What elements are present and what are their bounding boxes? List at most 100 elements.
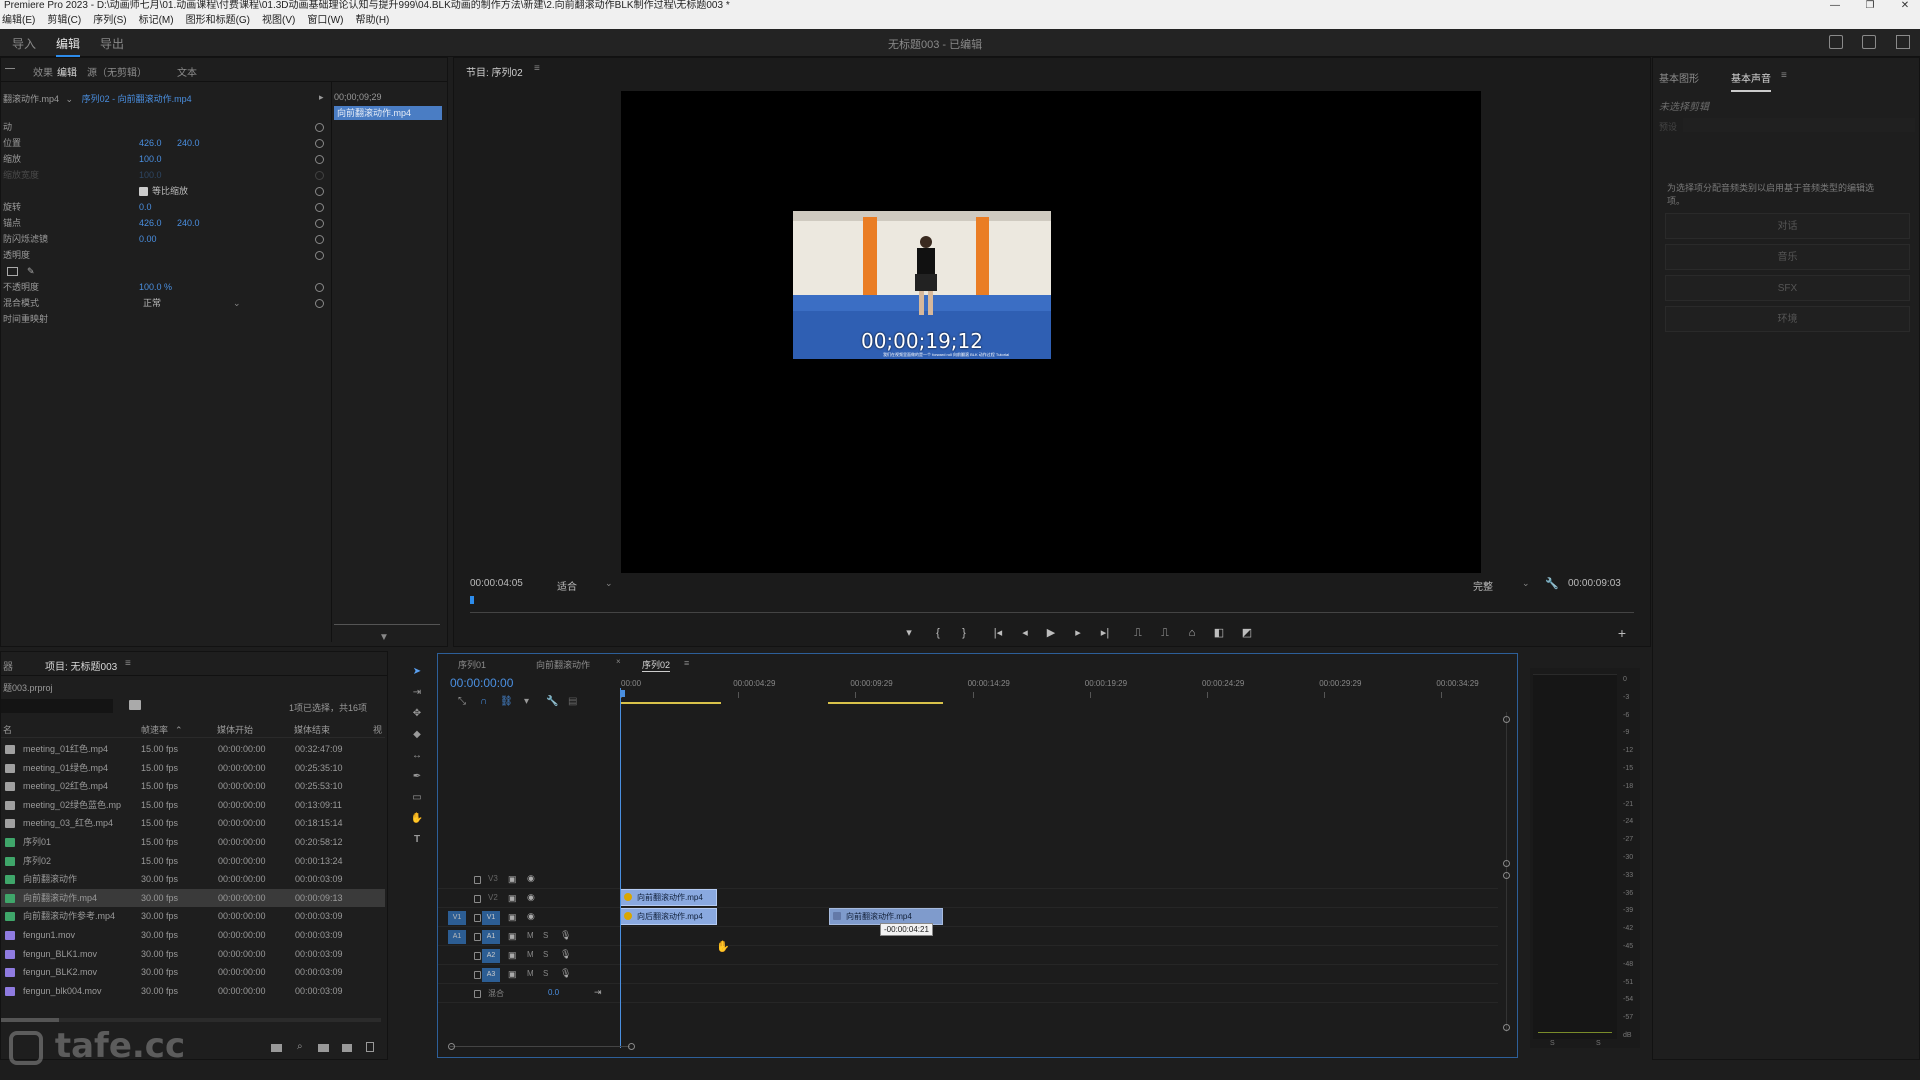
project-item[interactable]: meeting_01绿色.mp4 15.00 fps 00:00:00:00 00:2… xyxy=(1,759,385,777)
clip-selector[interactable]: 翻滚动作.mp4 ⌄ 序列02 - 向前翻滚动作.mp4 xyxy=(3,92,192,105)
ripple-edit-tool-icon[interactable]: ✥ xyxy=(410,707,424,721)
add-marker-icon[interactable]: ▾ xyxy=(524,696,529,707)
dialogue-button[interactable]: 对话 xyxy=(1665,213,1910,239)
close-button[interactable]: ✕ xyxy=(1890,0,1920,12)
program-zoom-bar[interactable] xyxy=(470,612,1634,613)
project-item[interactable]: meeting_01红色.mp4 15.00 fps 00:00:00:00 00:3… xyxy=(1,740,385,758)
mic-icon[interactable]: 🎙 xyxy=(560,968,571,979)
linked-selection-icon[interactable]: ⛓ xyxy=(500,696,513,707)
solo-button[interactable]: S xyxy=(543,969,548,978)
menu-sequence[interactable]: 序列(S) xyxy=(93,12,126,29)
mark-out-icon[interactable]: } xyxy=(957,626,971,640)
reset-icon[interactable] xyxy=(315,203,324,212)
col-media-end[interactable]: 媒体结束 xyxy=(294,722,330,738)
mix-volume[interactable]: 0.0 xyxy=(548,988,559,997)
play-icon[interactable]: ▶ xyxy=(1044,626,1058,640)
menu-graphics[interactable]: 图形和标题(G) xyxy=(186,12,250,29)
new-item-icon[interactable] xyxy=(318,1044,329,1052)
mic-icon[interactable]: 🎙 xyxy=(560,930,571,941)
tab-text[interactable]: 文本 xyxy=(177,64,197,79)
mute-button[interactable]: M xyxy=(527,969,534,978)
go-to-out-icon[interactable]: ▸| xyxy=(1098,626,1112,640)
track-target-a1[interactable]: A1 xyxy=(482,930,500,944)
track-select-tool-icon[interactable]: ⇥ xyxy=(410,686,424,700)
col-fps[interactable]: 帧速率 xyxy=(141,722,168,738)
maximize-button[interactable]: ❐ xyxy=(1855,0,1885,12)
mix-end-icon[interactable]: ⇥ xyxy=(594,987,602,998)
reset-icon[interactable] xyxy=(315,283,324,292)
project-item[interactable]: meeting_03_红色.mp4 15.00 fps 00:00:00:00 00:… xyxy=(1,814,385,832)
solo-button[interactable]: S xyxy=(543,931,548,940)
eye-icon[interactable]: ◉ xyxy=(527,873,535,884)
sync-lock-icon[interactable]: ▣ xyxy=(508,912,517,923)
project-item[interactable]: 向前翻滚动作 30.00 fps 00:00:00:00 00:00:03:09 xyxy=(1,870,385,888)
expand-arrow-icon[interactable]: ▸ xyxy=(319,92,324,103)
extract-icon[interactable]: ⎍ xyxy=(1158,626,1172,640)
selection-tool-icon[interactable]: ➤ xyxy=(410,665,424,679)
source-patch-a1[interactable]: A1 xyxy=(448,930,466,944)
zoom-scrollbar[interactable] xyxy=(334,624,440,625)
tab-essential-sound[interactable]: 基本声音 xyxy=(1731,70,1771,92)
menu-edit[interactable]: 编辑(E) xyxy=(2,12,35,29)
tab-edit[interactable]: 编辑 xyxy=(56,35,81,57)
proxy-toggle-icon[interactable]: ◩ xyxy=(1240,626,1254,640)
tab-source[interactable]: 源（无剪辑） xyxy=(87,64,147,79)
step-back-icon[interactable]: ◂ xyxy=(1018,626,1032,640)
project-item[interactable]: 向前翻滚动作参考.mp4 30.00 fps 00:00:00:00 00:00:03… xyxy=(1,907,385,925)
project-item[interactable]: fengun_BLK2.mov 30.00 fps 00:00:00:00 00:00… xyxy=(1,963,385,981)
button-editor-icon[interactable]: + xyxy=(1615,626,1629,640)
project-search-input[interactable] xyxy=(1,699,113,713)
project-item[interactable]: fengun_BLK1.mov 30.00 fps 00:00:00:00 00:00… xyxy=(1,945,385,963)
mute-button[interactable]: M xyxy=(527,950,534,959)
tab-import[interactable]: 导入 xyxy=(12,35,36,52)
snap-icon[interactable]: ∩ xyxy=(480,696,487,707)
tab-sequence-02[interactable]: 序列02 xyxy=(642,658,671,672)
reset-icon[interactable] xyxy=(315,251,324,260)
track-target-a2[interactable]: A2 xyxy=(482,949,500,963)
eye-icon[interactable]: ◉ xyxy=(527,892,535,903)
export-frame-icon[interactable]: ⌂ xyxy=(1185,626,1199,640)
tab-essential-graphics[interactable]: 基本图形 xyxy=(1659,70,1699,85)
tab-forward-roll[interactable]: 向前翻滚动作 xyxy=(536,658,590,671)
lift-icon[interactable]: ⎍ xyxy=(1131,626,1145,640)
fit-select[interactable]: 适合 xyxy=(557,578,577,593)
mic-icon[interactable]: 🎙 xyxy=(560,949,571,960)
captions-icon[interactable]: ▤ xyxy=(568,696,577,707)
source-patch-v1[interactable]: V1 xyxy=(448,911,466,925)
menu-window[interactable]: 窗口(W) xyxy=(307,12,343,29)
work-area-bar[interactable] xyxy=(621,702,721,704)
music-button[interactable]: 音乐 xyxy=(1665,244,1910,270)
horizontal-zoom-bar[interactable] xyxy=(448,1043,635,1050)
timeline-timecode[interactable]: 00:00:00:00 xyxy=(450,676,513,690)
menu-help[interactable]: 帮助(H) xyxy=(355,12,389,29)
menu-markers[interactable]: 标记(M) xyxy=(139,12,174,29)
type-tool-icon[interactable]: T xyxy=(410,833,424,847)
add-marker-icon[interactable]: ▾ xyxy=(902,626,916,640)
tab-project[interactable]: 项目: 无标题003 xyxy=(45,658,117,673)
work-area-bar[interactable] xyxy=(828,702,943,704)
menu-view[interactable]: 视图(V) xyxy=(262,12,295,29)
sync-lock-icon[interactable]: ▣ xyxy=(508,950,517,961)
program-playhead[interactable] xyxy=(470,596,474,604)
minimize-button[interactable]: — xyxy=(1820,0,1850,12)
hand-tool-icon[interactable]: ✋ xyxy=(410,812,424,826)
sync-lock-icon[interactable]: ▣ xyxy=(508,893,517,904)
tab-sequence-01[interactable]: 序列01 xyxy=(458,658,486,671)
tab-export[interactable]: 导出 xyxy=(100,35,124,52)
new-bin-icon[interactable] xyxy=(129,700,141,710)
menu-clip[interactable]: 剪辑(C) xyxy=(47,12,81,29)
step-forward-icon[interactable]: ▸ xyxy=(1071,626,1085,640)
project-item[interactable]: 序列01 15.00 fps 00:00:00:00 00:20:58:12 xyxy=(1,833,385,851)
panel-menu-icon[interactable] xyxy=(5,68,15,69)
program-current-timecode[interactable]: 00:00:04:05 xyxy=(470,578,523,589)
pen-tool-icon[interactable]: ✒ xyxy=(410,770,424,784)
mini-clip[interactable]: 向前翻滚动作.mp4 xyxy=(334,106,442,120)
timeline-playhead[interactable] xyxy=(620,688,621,1048)
clip-v1[interactable]: 向后翻滚动作.mp4 xyxy=(620,908,717,925)
col-name[interactable]: 名 xyxy=(3,722,12,738)
clip-v2[interactable]: 向前翻滚动作.mp4 xyxy=(620,889,717,906)
rectangle-mask-icon[interactable] xyxy=(7,267,18,276)
razor-tool-icon[interactable]: ◆ xyxy=(410,728,424,742)
timeline-settings-icon[interactable]: 🔧 xyxy=(546,696,558,707)
playhead-handle[interactable] xyxy=(621,690,625,697)
